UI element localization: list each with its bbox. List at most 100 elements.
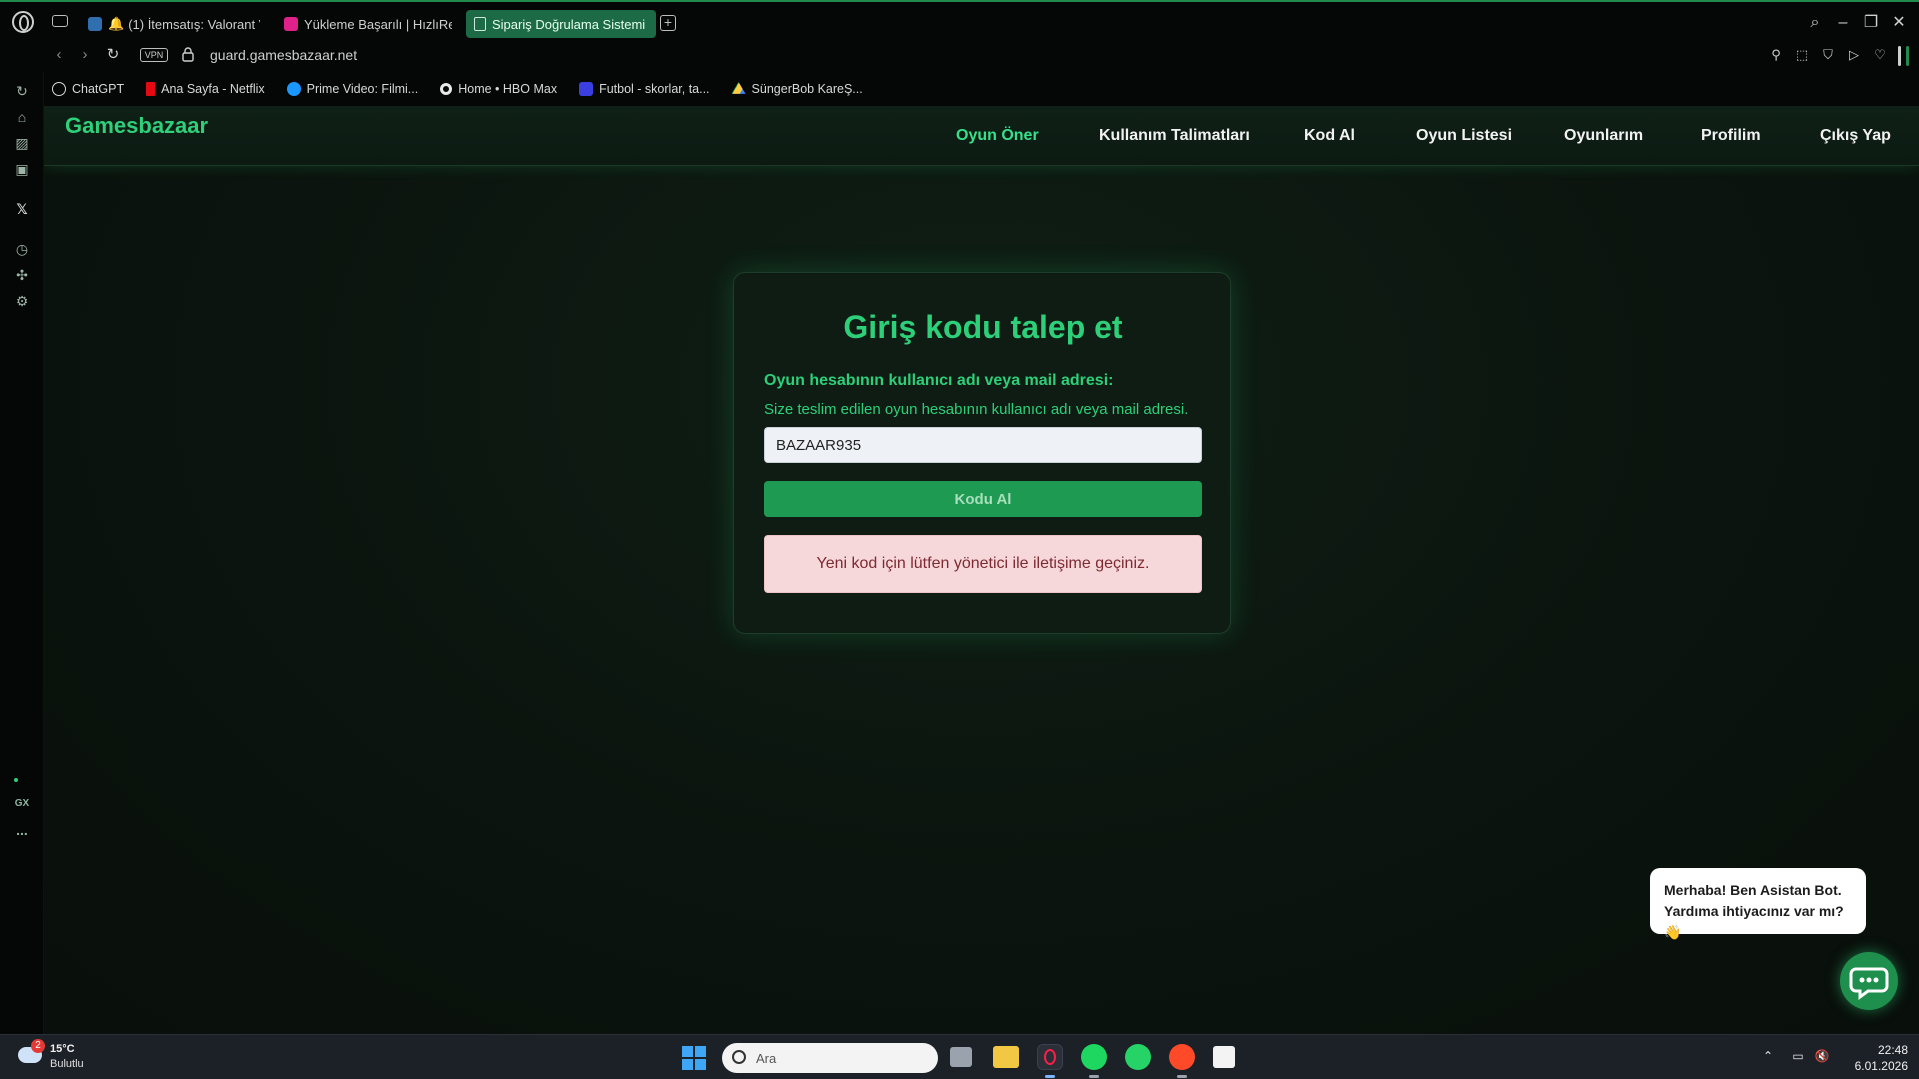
messenger-icon[interactable]: ▣ <box>13 160 31 178</box>
tab-itemsatis[interactable]: 🔔 (1) İtemsatış: Valorant V <box>80 10 260 38</box>
sidebar-more-icon[interactable]: ... <box>0 822 44 838</box>
file-explorer-icon[interactable] <box>993 1046 1019 1068</box>
bell-icon: 🔔 <box>108 16 125 31</box>
document-icon <box>474 17 486 31</box>
history-icon[interactable]: ◷ <box>13 240 31 258</box>
gx-corner-icon[interactable]: ⌂ <box>13 108 31 126</box>
lock-icon[interactable] <box>182 47 194 62</box>
bookmark-prime-video[interactable]: Prime Video: Filmi... <box>286 82 418 96</box>
nav-profilim[interactable]: Profilim <box>1701 127 1761 145</box>
url-field[interactable]: guard.gamesbazaar.net <box>210 47 357 63</box>
code-request-card: Giriş kodu talep et Oyun hesabının kulla… <box>733 272 1231 634</box>
nav-oyunlarim[interactable]: Oyunlarım <box>1564 127 1643 145</box>
tab-label: (1) İtemsatış: Valorant V <box>128 16 260 32</box>
new-tab-button[interactable]: + <box>660 15 676 31</box>
running-indicator <box>1045 1075 1055 1078</box>
network-icon[interactable]: ▭ <box>1790 1048 1806 1064</box>
weather-badge: 2 <box>31 1039 45 1053</box>
weather-description[interactable]: Bulutlu <box>50 1058 84 1070</box>
page-viewport: Gamesbazaar Oyun Öner Kullanım Talimatla… <box>44 106 1919 1034</box>
clock-time[interactable]: 22:48 <box>1862 1043 1908 1057</box>
x-twitter-icon[interactable]: 𝕏 <box>13 200 31 218</box>
gx-control-icon[interactable]: ↻ <box>13 82 31 100</box>
username-input[interactable] <box>764 427 1202 463</box>
opera-gx-logo-icon[interactable] <box>12 11 34 33</box>
screen: 🔔 (1) İtemsatış: Valorant V Yükleme Başa… <box>0 0 1919 1079</box>
forward-icon[interactable]: › <box>76 46 94 64</box>
bookmark-spongebob[interactable]: SüngerBob KareŞ... <box>731 82 863 96</box>
chatbot-line-2: Yardıma ihtiyacınız var mı? 👋 <box>1664 903 1844 940</box>
snapshot-icon[interactable]: ⬚ <box>1794 47 1810 63</box>
username-help-text: Size teslim edilen oyun hesabının kullan… <box>764 401 1189 418</box>
running-indicator <box>1177 1075 1187 1078</box>
accent-handle <box>1906 46 1909 66</box>
restore-icon[interactable]: ❐ <box>1862 14 1880 32</box>
tab-siparis-dogrulama[interactable]: Sipariş Doğrulama Sistemi <box>466 10 656 38</box>
status-dot <box>14 778 18 782</box>
bookmark-futbol[interactable]: Futbol - skorlar, ta... <box>579 82 710 96</box>
nav-cikis-yap[interactable]: Çıkış Yap <box>1820 127 1891 145</box>
workspaces-icon[interactable] <box>52 15 68 27</box>
pin-icon[interactable]: ⚲ <box>1768 47 1784 63</box>
shield-icon[interactable]: ⛉ <box>1820 47 1836 63</box>
snipping-tool-icon[interactable] <box>1213 1046 1235 1068</box>
spotify-icon[interactable] <box>1081 1044 1107 1070</box>
weather-temperature[interactable]: 15°C <box>50 1043 75 1055</box>
menu-handle[interactable] <box>1898 46 1901 66</box>
twitch-icon[interactable]: ▨ <box>13 134 31 152</box>
chatbot-greeting-bubble[interactable]: Merhaba! Ben Asistan Bot. Yardıma ihtiya… <box>1650 868 1866 940</box>
gx-label[interactable]: GX <box>0 798 44 809</box>
taskbar-search[interactable]: Ara <box>722 1043 938 1073</box>
drive-icon <box>731 82 746 94</box>
get-code-button[interactable]: Kodu Al <box>764 481 1202 517</box>
tab-label: Sipariş Doğrulama Sistemi <box>492 16 646 32</box>
site-brand[interactable]: Gamesbazaar <box>65 113 208 139</box>
football-icon <box>579 82 594 96</box>
tab-label: Yükleme Başarılı | HızlıRes <box>304 16 452 32</box>
nav-oyun-listesi[interactable]: Oyun Listesi <box>1416 127 1512 145</box>
heart-icon[interactable]: ♡ <box>1872 47 1888 63</box>
bookmark-label: Home • HBO Max <box>458 82 558 96</box>
back-icon[interactable]: ‹ <box>50 46 68 64</box>
settings-gear-icon[interactable]: ⚙ <box>13 292 31 310</box>
windows-start-icon[interactable] <box>682 1046 706 1070</box>
site-header: Gamesbazaar Oyun Öner Kullanım Talimatla… <box>44 106 1919 166</box>
close-icon[interactable]: ✕ <box>1890 14 1908 32</box>
bookmark-label: SüngerBob KareŞ... <box>751 82 863 96</box>
hbo-icon <box>440 83 453 95</box>
chevron-up-icon[interactable]: ⌃ <box>1760 1048 1776 1064</box>
task-view-icon[interactable] <box>950 1047 972 1067</box>
reload-icon[interactable]: ↻ <box>104 46 122 64</box>
windows-taskbar: 2 15°C Bulutlu Ara ⌃ ▭ 🔇 22:48 6.01.2026 <box>0 1034 1919 1079</box>
speaker-muted-icon[interactable]: 🔇 <box>1814 1048 1830 1064</box>
taskbar-search-placeholder: Ara <box>756 1051 777 1066</box>
chatbot-line-1: Merhaba! Ben Asistan Bot. <box>1664 882 1842 898</box>
tab-favicon-icon <box>284 17 298 31</box>
chatgpt-icon <box>52 82 66 96</box>
bookmarks-bar: ChatGPT Ana Sayfa - Netflix Prime Video:… <box>44 72 1919 106</box>
ea-app-icon[interactable] <box>1169 1044 1195 1070</box>
nav-kod-al[interactable]: Kod Al <box>1304 127 1355 145</box>
bookmark-netflix[interactable]: Ana Sayfa - Netflix <box>146 82 265 96</box>
clock-date[interactable]: 6.01.2026 <box>1838 1059 1908 1073</box>
nav-kullanim-talimatlari[interactable]: Kullanım Talimatları <box>1099 127 1250 145</box>
tab-hizlires[interactable]: Yükleme Başarılı | HızlıRes <box>276 10 452 38</box>
contact-admin-alert: Yeni kod için lütfen yönetici ile iletiş… <box>764 535 1202 593</box>
bookmark-hbo-max[interactable]: Home • HBO Max <box>440 82 557 96</box>
opera-gx-taskbar[interactable] <box>1037 1044 1063 1070</box>
bookmark-chatgpt[interactable]: ChatGPT <box>52 82 124 96</box>
vpn-badge[interactable]: VPN <box>140 48 168 62</box>
chatbot-button[interactable] <box>1840 952 1898 1010</box>
card-title: Giriş kodu talep et <box>843 309 1123 345</box>
opera-gx-icon <box>1044 1049 1056 1065</box>
minimize-icon[interactable]: – <box>1834 14 1852 32</box>
player-icon[interactable]: ▷ <box>1846 47 1862 63</box>
search-icon[interactable]: ⌕ <box>1806 14 1824 32</box>
bookmark-label: Futbol - skorlar, ta... <box>599 82 710 96</box>
chat-bubble-icon <box>1849 967 1889 1000</box>
search-icon <box>732 1050 746 1064</box>
extensions-icon[interactable]: ✣ <box>13 266 31 284</box>
nav-oyun-oner[interactable]: Oyun Öner <box>956 127 1039 145</box>
bookmark-label: Ana Sayfa - Netflix <box>161 82 265 96</box>
whatsapp-icon[interactable] <box>1125 1044 1151 1070</box>
